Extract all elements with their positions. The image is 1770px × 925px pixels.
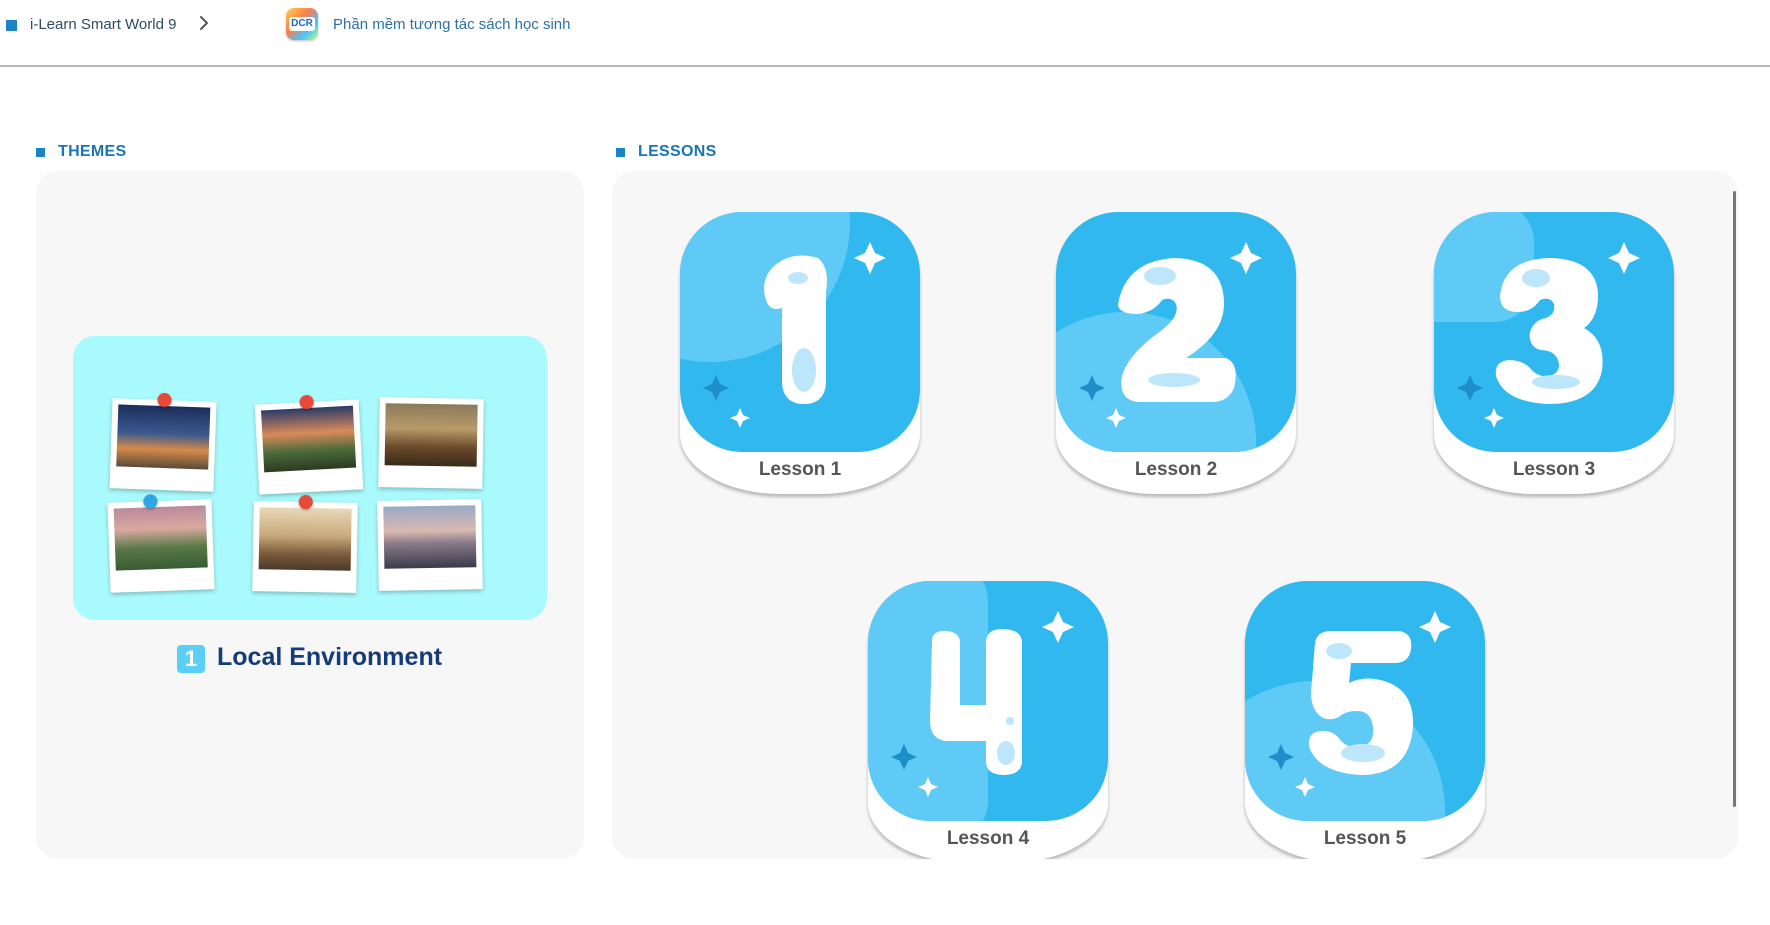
lesson-1-tile bbox=[680, 212, 920, 452]
app-logo-icon: DCR bbox=[286, 8, 318, 40]
photo-city-tower bbox=[109, 392, 217, 492]
lesson-1-card[interactable]: Lesson 1 bbox=[680, 212, 920, 497]
breadcrumb-book-title[interactable]: i-Learn Smart World 9 bbox=[30, 16, 176, 33]
lesson-3-tile bbox=[1434, 212, 1674, 452]
photo-tv-tower bbox=[107, 494, 215, 593]
lesson-2-tile bbox=[1056, 212, 1296, 452]
lesson-4-tile bbox=[868, 581, 1108, 821]
theme-number-badge: 1 bbox=[177, 645, 205, 673]
lesson-5-number-icon bbox=[1245, 611, 1451, 821]
lesson-2-number-icon bbox=[1056, 242, 1262, 452]
pin-icon bbox=[298, 494, 313, 510]
photo-sunset-landscape bbox=[254, 394, 364, 495]
themes-section-title: THEMES bbox=[58, 143, 127, 160]
pin-icon bbox=[157, 392, 172, 408]
scrollbar[interactable] bbox=[1733, 191, 1736, 807]
lessons-section-title: LESSONS bbox=[638, 143, 717, 160]
lesson-4-card[interactable]: Lesson 4 bbox=[868, 581, 1108, 859]
chevron-right-icon[interactable] bbox=[197, 14, 211, 32]
lesson-3-card[interactable]: Lesson 3 bbox=[1434, 212, 1674, 497]
lessons-panel: Lesson 1 Lesson 2 Lesson 3 Lesson 4 Less… bbox=[612, 171, 1738, 859]
photo-pier-sunset bbox=[377, 499, 483, 591]
app-logo-text: DCR bbox=[289, 17, 315, 31]
lesson-5-label: Lesson 5 bbox=[1323, 828, 1407, 849]
lessons-square-icon bbox=[616, 148, 625, 157]
lesson-2-label: Lesson 2 bbox=[1134, 459, 1218, 480]
lesson-1-label: Lesson 1 bbox=[758, 459, 842, 480]
lesson-2-card[interactable]: Lesson 2 bbox=[1056, 212, 1296, 497]
photo-market-hall bbox=[378, 397, 484, 489]
lesson-3-number-icon bbox=[1434, 212, 1640, 428]
app-name: Phần mềm tương tác sách học sinh bbox=[333, 16, 571, 33]
lesson-3-label: Lesson 3 bbox=[1512, 459, 1596, 480]
top-bar: i-Learn Smart World 9 DCR Phần mềm tương… bbox=[0, 0, 1770, 67]
lesson-5-card[interactable]: Lesson 5 bbox=[1245, 581, 1485, 859]
theme-card-local-environment[interactable] bbox=[73, 336, 547, 620]
lesson-1-number-icon bbox=[680, 212, 886, 428]
themes-square-icon bbox=[36, 148, 45, 157]
photo-shop-interior bbox=[252, 494, 358, 593]
themes-panel: 1 Local Environment bbox=[36, 171, 584, 859]
theme-title[interactable]: Local Environment bbox=[217, 643, 442, 672]
lesson-4-label: Lesson 4 bbox=[946, 828, 1030, 849]
lesson-5-tile bbox=[1245, 581, 1485, 821]
breadcrumb-square-icon bbox=[6, 20, 17, 31]
lesson-4-number-icon bbox=[868, 581, 1074, 821]
